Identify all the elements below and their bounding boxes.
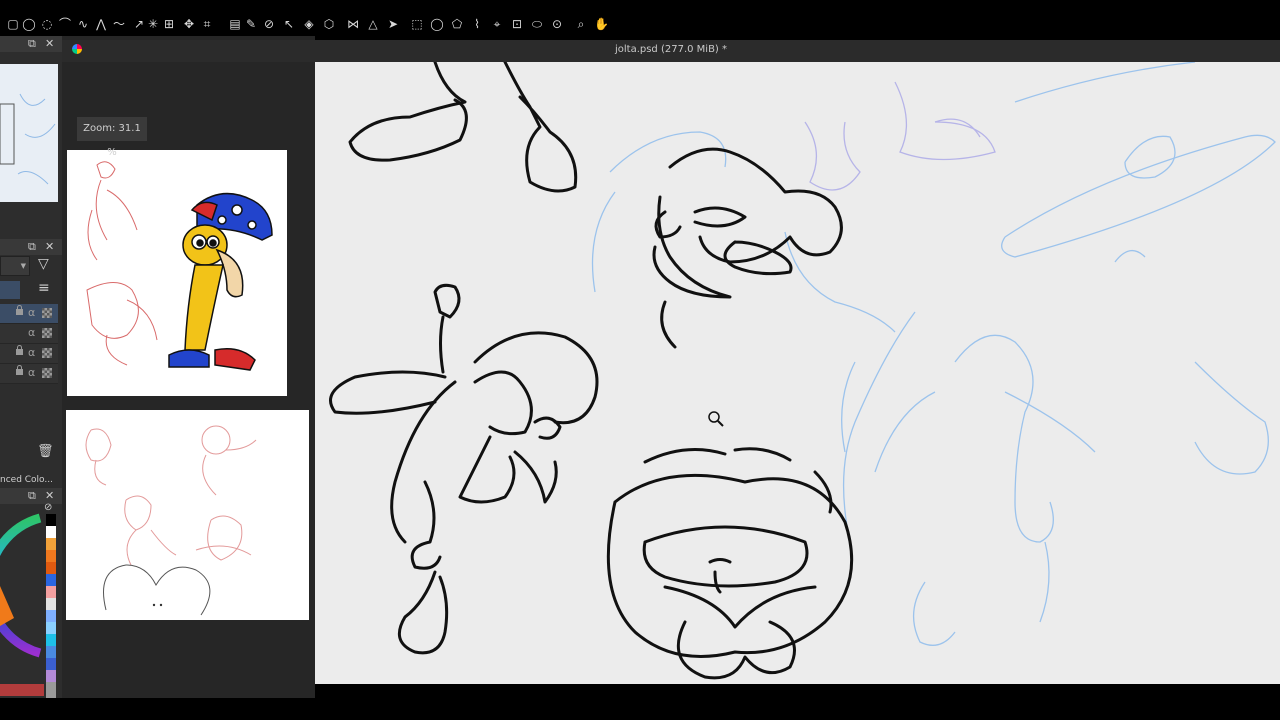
ink-layer (329, 60, 854, 680)
document-title: jolta.psd (277.0 MiB) * (614, 44, 728, 55)
layers-docker-header: ⧉ ✕ (0, 239, 62, 255)
layers-menu-icon[interactable]: ≡ (38, 280, 50, 296)
multibrush-icon[interactable]: ✳ (146, 17, 160, 31)
reference-image-2-art (85, 425, 257, 616)
polyline-icon[interactable]: ⋀ (94, 17, 108, 31)
bezier-select-icon[interactable]: ⬭ (530, 17, 544, 31)
blend-mode-select[interactable]: ▼ (0, 256, 30, 276)
freehand-marquee-icon[interactable]: ⌇ (470, 17, 484, 31)
zoom-indicator: Zoom: 31.1 % (77, 117, 147, 158)
reference-image-1-art (86, 161, 273, 371)
document-tab-bar: jolta.psd (277.0 MiB) * (62, 40, 1280, 62)
transparency-icon[interactable] (42, 348, 52, 358)
polygon-marquee-icon[interactable]: ⬠ (450, 17, 464, 31)
canvas-artwork (329, 60, 1276, 680)
color-history-strip[interactable] (46, 514, 56, 698)
assistant-icon[interactable]: ↖ (282, 17, 296, 31)
fill-icon[interactable]: ◈ (302, 17, 316, 31)
overview-thumbnail[interactable] (0, 64, 58, 202)
move-icon[interactable]: ✥ (182, 17, 196, 31)
float-layers-icon[interactable]: ⧉ (28, 240, 36, 254)
zoom-icon[interactable]: ⌕ (574, 17, 588, 31)
lock-icon[interactable] (16, 365, 23, 377)
close-color-icon[interactable]: ✕ (45, 489, 54, 503)
transform-icon[interactable]: ⊞ (162, 17, 176, 31)
rect-marquee-icon[interactable]: ⬚ (410, 17, 424, 31)
left-docker: ⧉ ✕ ⧉ ✕ ▼ ▽ ≡ α α α α 🗑 nced Colo... ⧉ ✕… (0, 36, 63, 698)
blue-sketch-layer (591, 61, 1276, 646)
dynamic-brush-icon[interactable]: ↗ (132, 17, 146, 31)
overview-sketch (0, 93, 56, 185)
lock-icon[interactable] (16, 345, 23, 357)
pan-icon[interactable]: ✋ (594, 17, 609, 31)
path-icon[interactable]: 〜 (112, 17, 126, 31)
status-bar (0, 698, 1280, 720)
delete-layer-icon[interactable]: 🗑 (37, 444, 54, 459)
close-docker-icon[interactable]: ✕ (45, 37, 54, 51)
float-docker-icon[interactable]: ⧉ (28, 37, 36, 51)
ellipse-select-icon[interactable]: ◌ (40, 17, 54, 31)
transparency-icon[interactable] (42, 308, 52, 318)
color-picker-icon[interactable]: ✎ (244, 17, 258, 31)
alpha-lock-icon[interactable]: α (28, 366, 35, 379)
layer-row[interactable]: α (0, 304, 58, 324)
layer-row[interactable]: α (0, 324, 58, 344)
transparency-icon[interactable] (42, 328, 52, 338)
layer-row[interactable]: α (0, 344, 58, 364)
no-color-icon[interactable]: ⊘ (44, 502, 56, 514)
color-docker-title: nced Colo... (0, 475, 53, 485)
text-icon[interactable]: ➤ (386, 17, 400, 31)
enclose-fill-icon[interactable]: ⬡ (322, 17, 336, 31)
contiguous-select-icon[interactable]: ⌖ (490, 17, 504, 31)
purple-sketch-layer (804, 81, 996, 191)
filter-icon[interactable]: ▽ (38, 256, 49, 272)
bezier-icon[interactable]: ∿ (76, 17, 90, 31)
similar-select-icon[interactable]: ⊡ (510, 17, 524, 31)
alpha-lock-icon[interactable]: α (28, 346, 35, 359)
overview-docker-header: ⧉ ✕ (0, 36, 62, 52)
zoom-cursor-icon (708, 411, 724, 427)
alpha-lock-icon[interactable]: α (28, 306, 35, 319)
color-docker-header: nced Colo... (0, 473, 62, 489)
drawing-canvas[interactable] (315, 60, 1280, 684)
float-color-icon[interactable]: ⧉ (28, 489, 36, 503)
alpha-lock-icon[interactable]: α (28, 326, 35, 339)
ellipse-icon[interactable]: ◯ (22, 17, 36, 31)
freehand-icon[interactable]: ⌒ (58, 17, 72, 31)
gradient-icon[interactable]: ▤ (228, 17, 242, 31)
color-wheel[interactable] (0, 508, 44, 658)
reference-icon[interactable]: △ (366, 17, 380, 31)
reference-image-jolta-color[interactable] (67, 150, 287, 396)
transparency-icon[interactable] (42, 368, 52, 378)
brush-toolbar: ▢ ◯ ◌ ⌒ ∿ ⋀ 〜 ↗ ✳ ⊞ ✥ ⌗ ▤ ✎ ⊘ ↖ ◈ ⬡ ⋈ △ … (0, 14, 1280, 36)
ellipse-marquee-icon[interactable]: ◯ (430, 17, 444, 31)
smart-patch-icon[interactable]: ⊘ (262, 17, 276, 31)
rectangle-select-icon[interactable]: ▢ (6, 17, 20, 31)
reference-image-sketches[interactable] (66, 410, 309, 620)
magnetic-select-icon[interactable]: ⊙ (550, 17, 564, 31)
layer-row[interactable]: α (0, 364, 58, 384)
opacity-slider[interactable] (0, 281, 20, 299)
lock-icon[interactable] (16, 305, 23, 317)
close-layers-icon[interactable]: ✕ (45, 240, 54, 254)
crop-icon[interactable]: ⌗ (200, 17, 214, 31)
foreground-color-swatch[interactable] (0, 684, 44, 696)
measure-icon[interactable]: ⋈ (346, 17, 360, 31)
chevron-down-icon: ▼ (20, 262, 26, 270)
